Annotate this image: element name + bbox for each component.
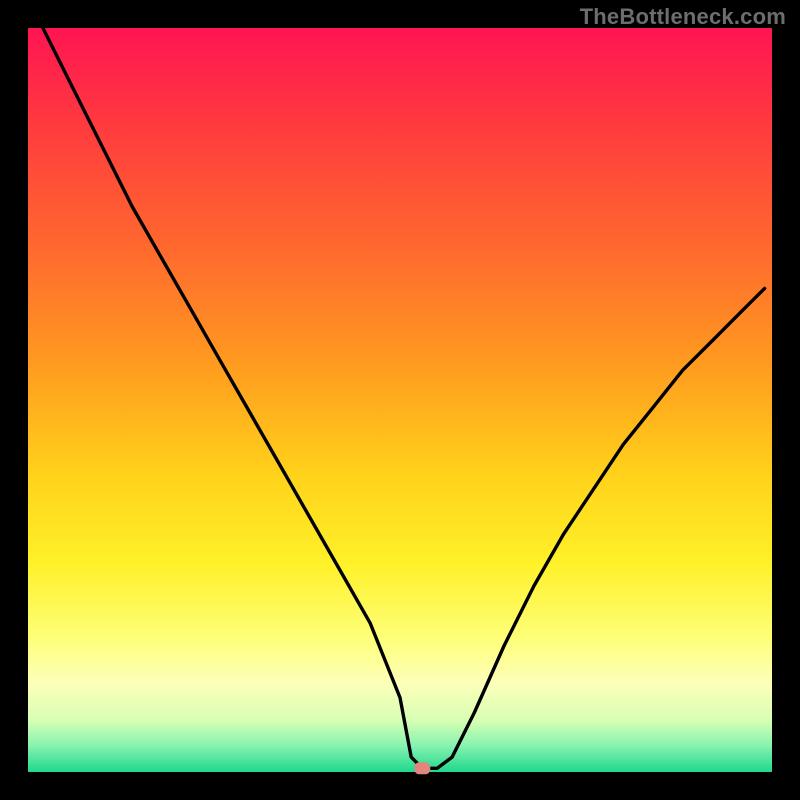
chart-frame: TheBottleneck.com (0, 0, 800, 800)
watermark-text: TheBottleneck.com (580, 4, 786, 30)
optimal-marker (414, 762, 430, 774)
bottleneck-chart (0, 0, 800, 800)
